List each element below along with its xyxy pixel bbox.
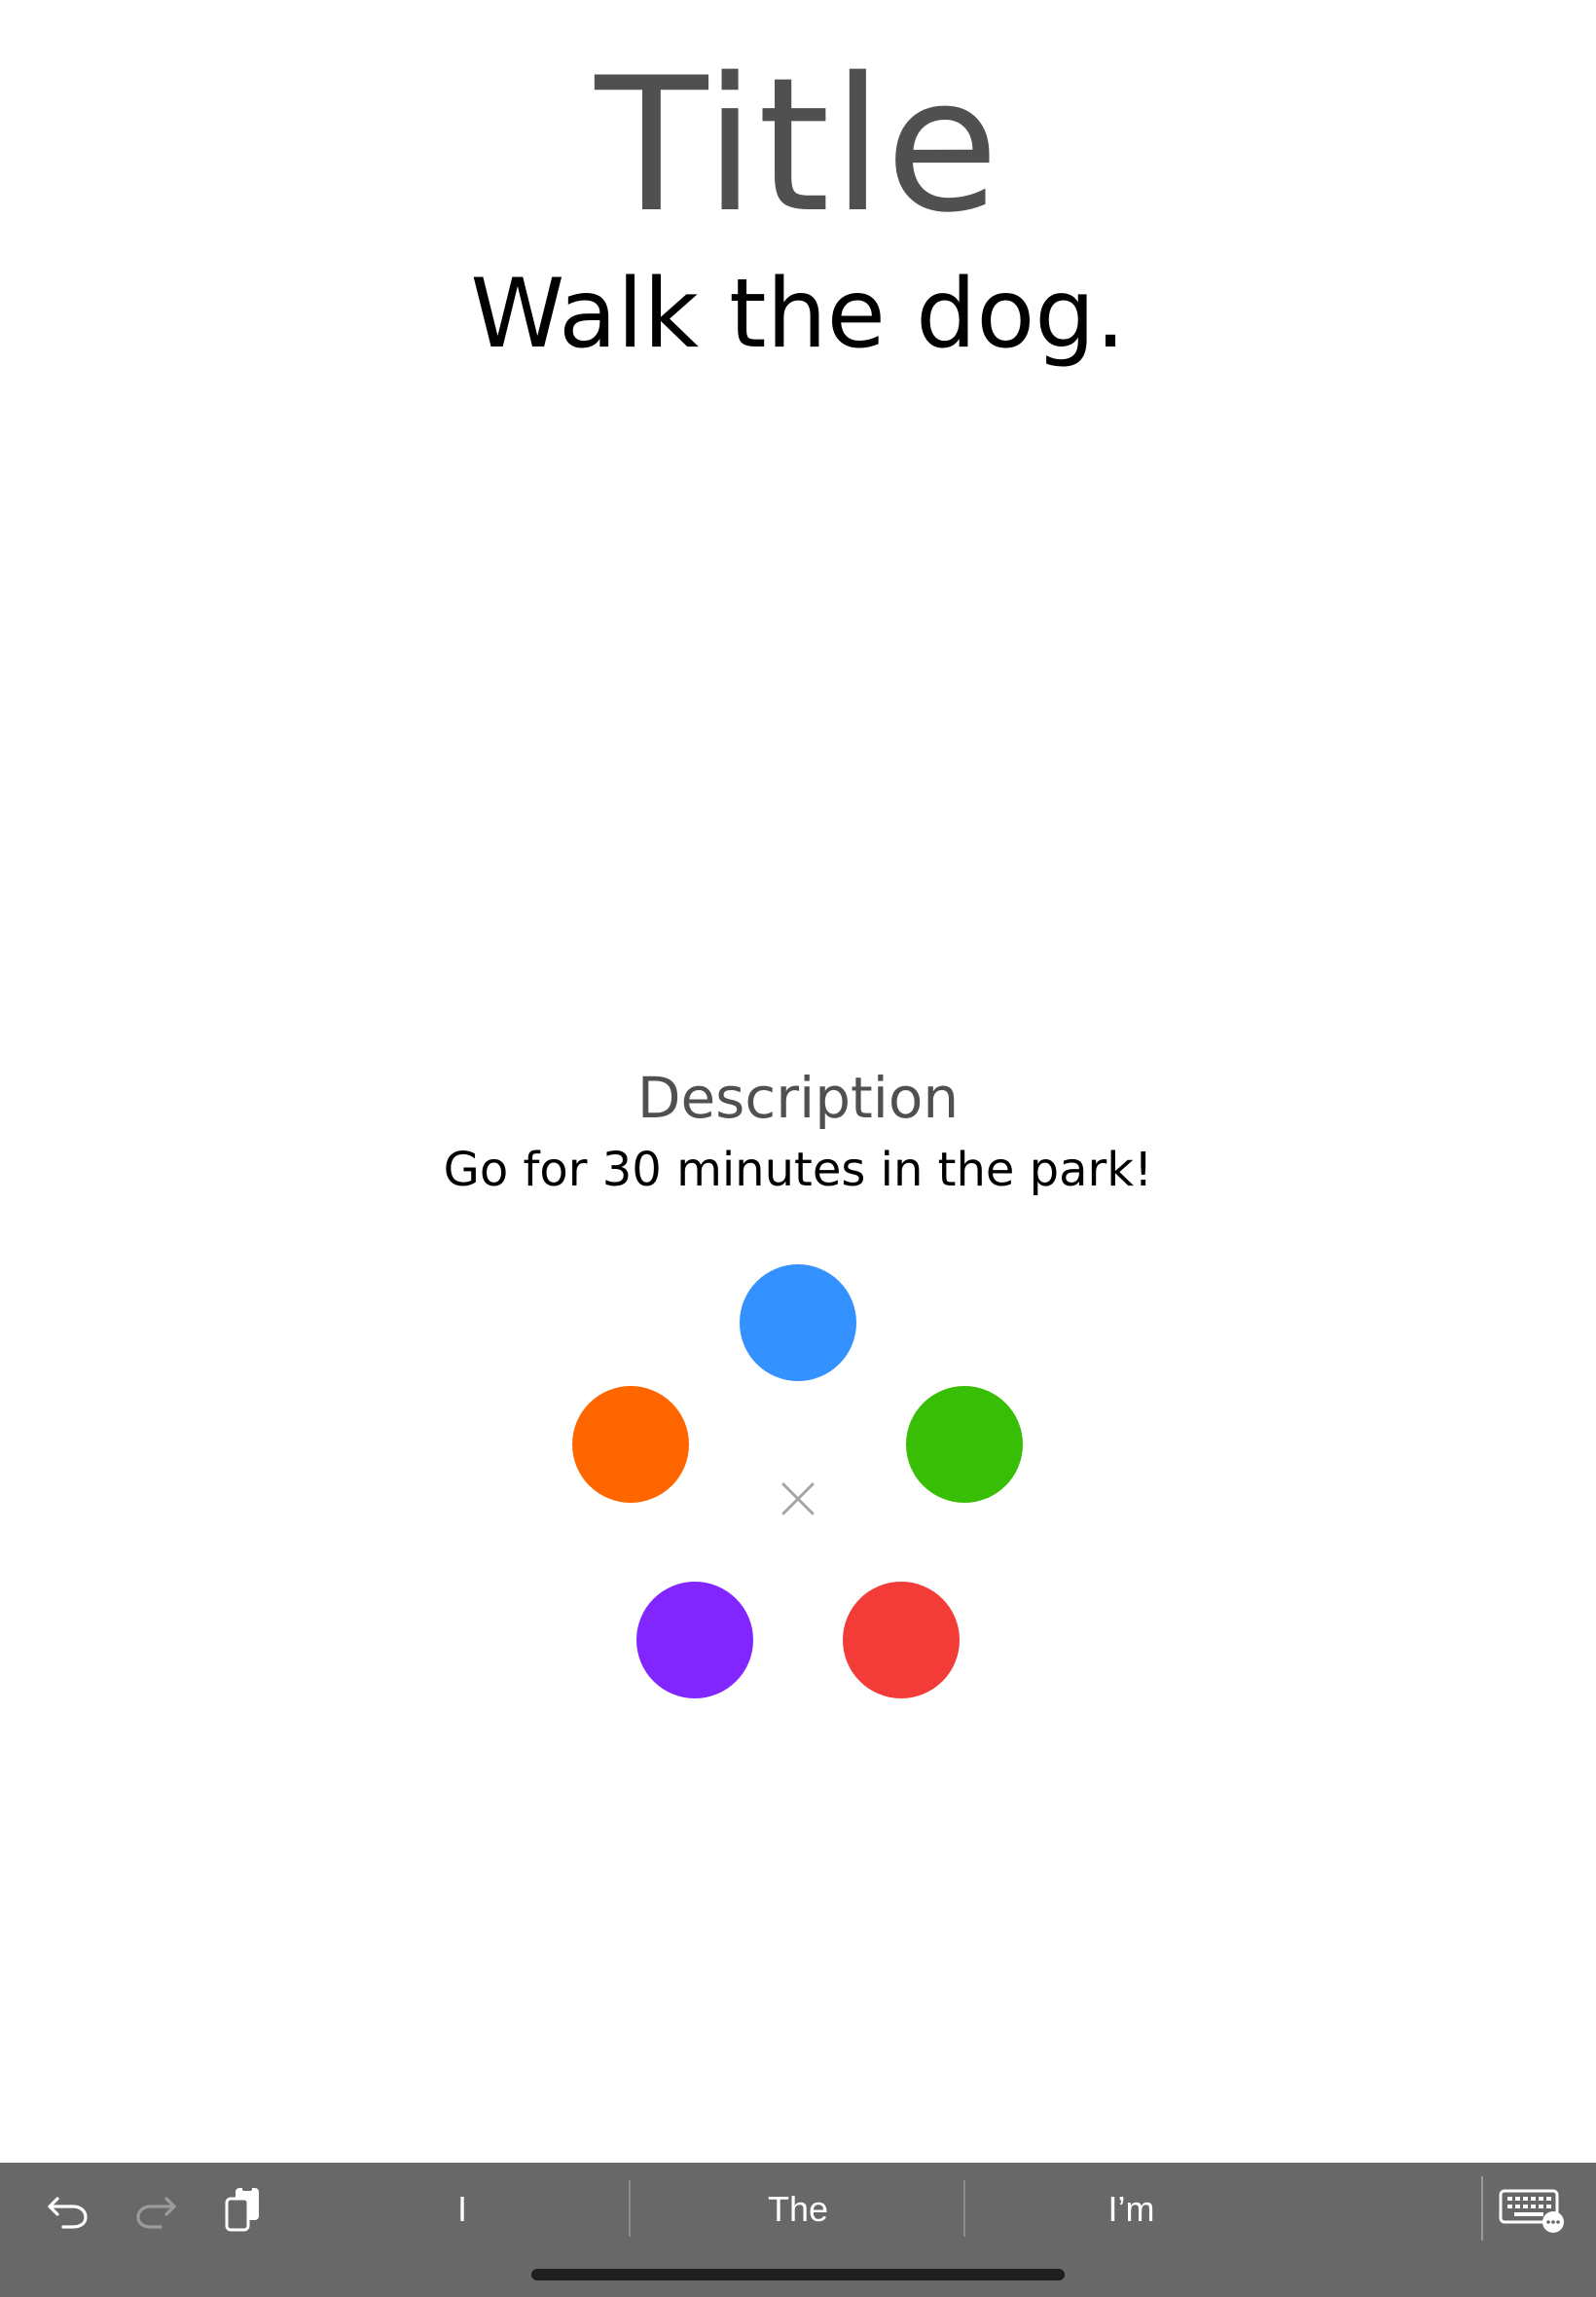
undo-icon[interactable] <box>44 2185 92 2234</box>
suggestion-1[interactable]: I <box>292 2175 633 2243</box>
task-description-label: Description <box>636 1065 960 1131</box>
keyboard-icon[interactable] <box>1499 2185 1567 2234</box>
task-title-value[interactable]: Walk the dog. <box>0 261 1596 368</box>
paste-icon[interactable] <box>219 2185 268 2234</box>
color-option-orange[interactable] <box>572 1386 689 1503</box>
task-title-label: Title <box>595 38 1001 253</box>
home-indicator[interactable] <box>531 2269 1065 2280</box>
color-option-purple[interactable] <box>636 1582 753 1698</box>
color-option-red[interactable] <box>843 1582 960 1698</box>
suggestion-3[interactable]: I’m <box>963 2175 1299 2243</box>
close-icon[interactable] <box>779 1479 817 1518</box>
keyboard-divider <box>1481 2176 1483 2241</box>
task-description-value[interactable]: Go for 30 minutes in the park! <box>0 1141 1596 1199</box>
color-option-blue[interactable] <box>740 1264 856 1381</box>
redo-icon[interactable] <box>131 2185 180 2234</box>
suggestion-2[interactable]: The <box>633 2175 963 2243</box>
color-option-green[interactable] <box>906 1386 1023 1503</box>
